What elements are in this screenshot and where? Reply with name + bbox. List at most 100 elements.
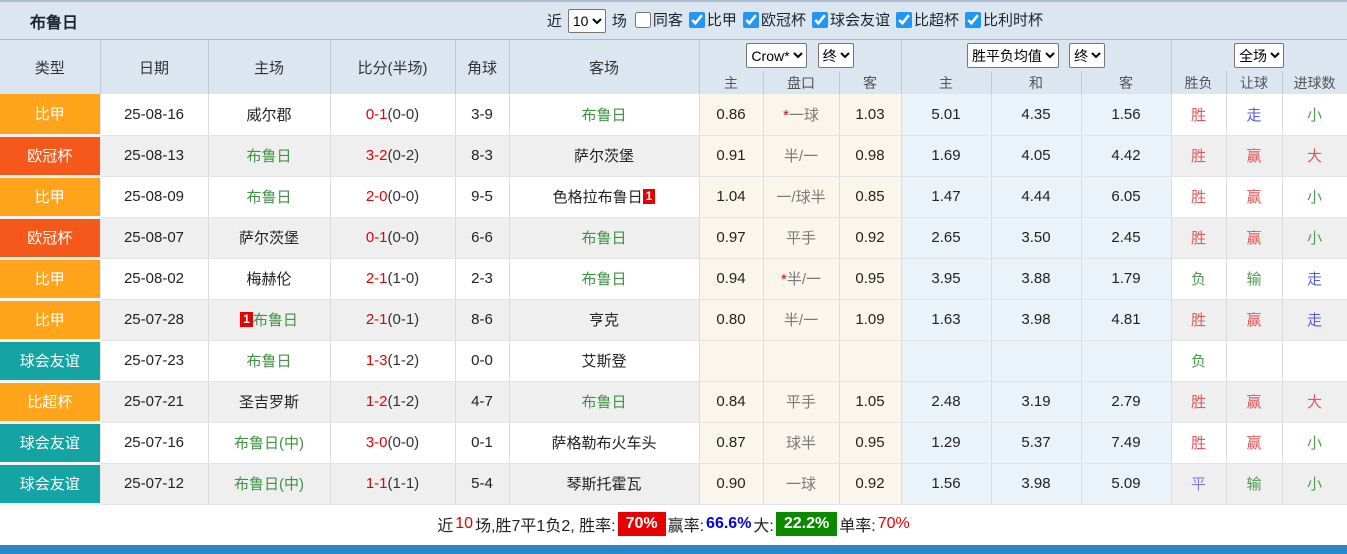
away-odds-cell: 1.09 (839, 299, 902, 341)
filter-checkbox[interactable] (634, 11, 651, 28)
handicap-text: 球半 (785, 435, 816, 452)
games-label: 场 (611, 13, 627, 30)
wdl-result-cell: 负 (1171, 258, 1227, 300)
away-odds-cell: 0.92 (839, 217, 902, 259)
avg-odds-select[interactable]: 胜平负均值 (966, 43, 1059, 68)
topbar: 布鲁日 近 10 场 同客 比甲 欧冠杯 球会友谊 比超杯 比利时杯 (0, 2, 1347, 40)
table-row: 比超杯 25-07-21 圣吉罗斯 1-2(1-2) 4-7 布鲁日 0.84 平手 1.05 2… (0, 381, 1347, 424)
home-odds-cell: 0.97 (699, 217, 764, 259)
score-cell: 2-1(0-1) (330, 299, 456, 341)
filter-label: 球会友谊 (829, 12, 890, 30)
match-type-cell: 球会友谊 (0, 463, 101, 506)
score-cell: 2-0(0-0) (330, 176, 456, 218)
filter-欧冠杯: 欧冠杯 (742, 9, 806, 30)
avg-home-cell: 1.47 (901, 176, 992, 218)
away-odds-cell: 1.05 (839, 381, 902, 423)
team-cell: 圣吉罗斯 (208, 381, 331, 423)
filter-checkbox[interactable] (688, 11, 705, 28)
avg-away-cell: 1.79 (1081, 258, 1172, 300)
filter-checkbox[interactable] (742, 11, 759, 28)
avg-home-cell: 1.69 (901, 135, 992, 177)
date-cell: 25-08-02 (100, 258, 209, 300)
games-count-select[interactable]: 10 (567, 8, 606, 33)
home-odds-cell: 0.86 (699, 94, 764, 136)
team-cell: 琴斯托霍瓦 (509, 463, 700, 505)
team-name: 色格拉布鲁日 (552, 189, 643, 206)
sub-header-handicap-result: 让球 (1226, 71, 1283, 94)
team-name: 艾斯登 (581, 353, 627, 370)
home-odds-cell: 1.04 (699, 176, 764, 218)
odds-company-select[interactable]: Crow* (746, 43, 808, 68)
handicap-cell: 半/一 (763, 299, 840, 341)
corner-cell: 5-4 (455, 463, 510, 505)
goals-result-cell: 大 (1282, 135, 1347, 177)
team-name: 布鲁日 (246, 189, 292, 206)
sub-header-avg-away: 客 (1081, 71, 1172, 94)
col-header-home: 主场 (208, 40, 331, 94)
corner-cell: 0-0 (455, 340, 510, 382)
table-row: 球会友谊 25-07-23 布鲁日 1-3(1-2) 0-0 艾斯登负 (0, 340, 1347, 383)
summary-bar: 近 10 场,胜7平1负2, 胜率: 70% 赢率: 66.6% 大: 22.2% 单率: 70… (0, 505, 1347, 543)
halftime-score: (1-1) (387, 475, 420, 492)
match-type-cell: 球会友谊 (0, 340, 101, 383)
sub-header-goals: 进球数 (1282, 71, 1347, 94)
avg-final-select[interactable]: 终 (1069, 43, 1106, 68)
odds-final-select[interactable]: 终 (817, 43, 854, 68)
team-name: 布鲁日 (246, 148, 292, 165)
handicap-text: 平手 (785, 230, 816, 247)
halftime-score: (0-0) (387, 434, 420, 451)
team-cell: 艾斯登 (509, 340, 700, 382)
avg-draw-cell: 3.98 (991, 299, 1082, 341)
handicap-result-cell: 赢 (1226, 176, 1283, 218)
team-cell: 萨尔茨堡 (509, 135, 700, 177)
filter-checkbox[interactable] (964, 11, 981, 28)
wdl-result-cell: 平 (1171, 463, 1227, 505)
table-row: 比甲 25-08-16 威尔郡 0-1(0-0) 3-9 布鲁日 0.86 *一球 1.03 5.… (0, 94, 1347, 137)
filter-checkbox[interactable] (811, 11, 828, 28)
team-cell: 威尔郡 (208, 94, 331, 136)
sub-header-wdl: 胜负 (1171, 71, 1227, 94)
date-cell: 25-08-09 (100, 176, 209, 218)
fulltime-score: 2-1 (365, 311, 388, 328)
avg-away-cell: 4.42 (1081, 135, 1172, 177)
date-cell: 25-07-12 (100, 463, 209, 505)
team-name: 布鲁日(中) (234, 435, 304, 452)
table-row: 球会友谊 25-07-12 布鲁日(中) 1-1(1-1) 5-4 琴斯托霍瓦 0.90 一球… (0, 463, 1347, 506)
col-header-score: 比分(半场) (330, 40, 456, 94)
away-odds-cell: 0.95 (839, 258, 902, 300)
wdl-result-cell: 胜 (1171, 135, 1227, 177)
avg-home-cell: 1.63 (901, 299, 992, 341)
sub-header-avg-draw: 和 (991, 71, 1082, 94)
goals-result-cell: 小 (1282, 217, 1347, 259)
avg-away-cell: 4.81 (1081, 299, 1172, 341)
goals-result-cell: 走 (1282, 299, 1347, 341)
app-root: 布鲁日 近 10 场 同客 比甲 欧冠杯 球会友谊 比超杯 比利时杯 类型 日期 主场 比… (0, 0, 1347, 554)
table-row: 欧冠杯 25-08-07 萨尔茨堡 0-1(0-0) 6-6 布鲁日 0.97 平手 0.92 2… (0, 217, 1347, 260)
halftime-score: (1-0) (387, 270, 420, 287)
goals-result-cell: 小 (1282, 422, 1347, 464)
filter-checkbox[interactable] (895, 11, 912, 28)
halftime-score: (0-1) (387, 311, 420, 328)
team-name: 萨尔茨堡 (238, 230, 299, 247)
date-cell: 25-08-16 (100, 94, 209, 136)
summary-segment: 22.2% (775, 512, 838, 536)
handicap-cell: 平手 (763, 381, 840, 423)
date-cell: 25-07-23 (100, 340, 209, 382)
team-cell: 布鲁日(中) (208, 463, 331, 505)
period-select[interactable]: 全场 (1234, 43, 1285, 68)
team-cell: 布鲁日 (509, 217, 700, 259)
away-odds-cell (839, 340, 902, 382)
wdl-result-cell: 胜 (1171, 381, 1227, 423)
avg-away-cell: 6.05 (1081, 176, 1172, 218)
col-header-corner: 角球 (455, 40, 510, 94)
handicap-text: 半/一 (783, 148, 819, 165)
avg-draw-cell: 5.37 (991, 422, 1082, 464)
home-odds-cell (699, 340, 764, 382)
col-header-type: 类型 (0, 40, 101, 94)
team-cell: 布鲁日(中) (208, 422, 331, 464)
corner-cell: 8-3 (455, 135, 510, 177)
team-name: 布鲁日 (581, 106, 627, 124)
goals-result-cell: 走 (1282, 258, 1347, 300)
away-odds-cell: 1.03 (839, 94, 902, 136)
corner-cell: 0-1 (455, 422, 510, 464)
